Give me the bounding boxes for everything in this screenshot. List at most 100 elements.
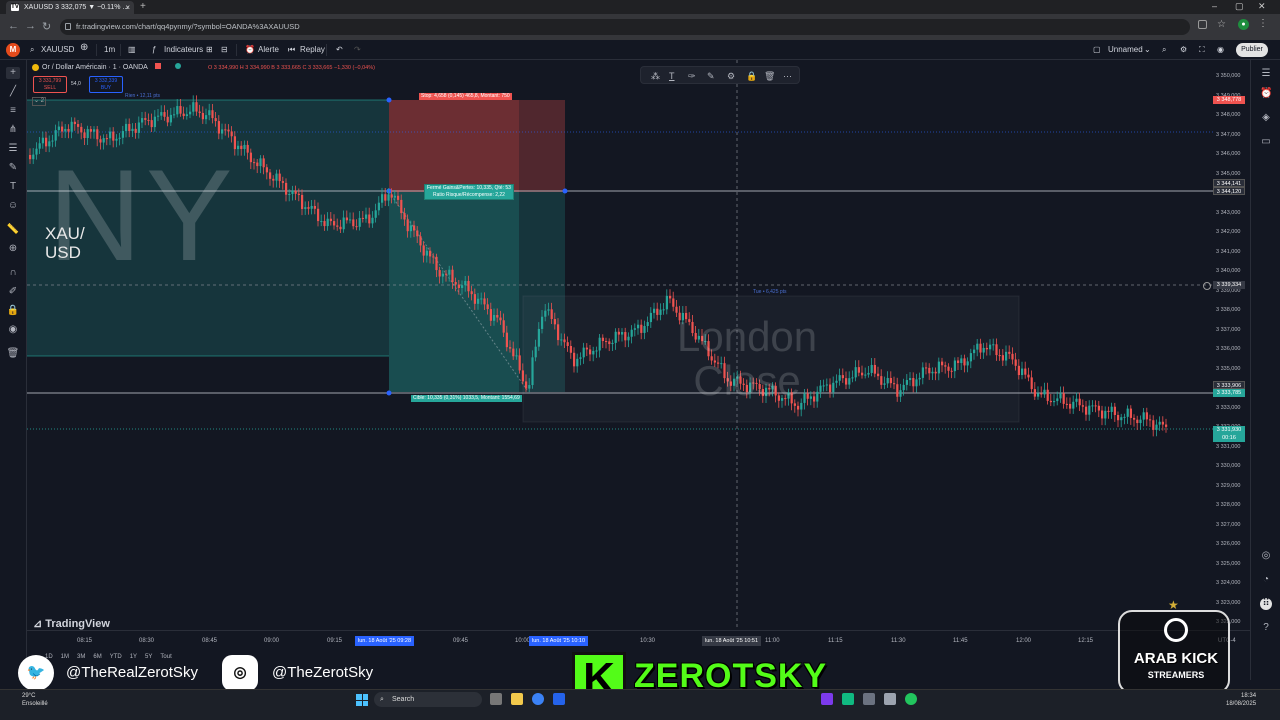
settings-app-icon[interactable]: [863, 693, 875, 705]
address-bar[interactable]: fr.tradingview.com/chart/qq4pynmy/?symbo…: [60, 19, 1190, 35]
alert-button[interactable]: Alerte: [258, 44, 279, 56]
browser-tab[interactable]: TV XAUUSD 3 332,075 ▼ −0.11% ... ×: [6, 1, 134, 14]
browser-menu-icon[interactable]: ⋮: [1258, 18, 1268, 29]
lock-icon[interactable]: 🔒: [6, 305, 20, 317]
fullscreen-icon[interactable]: ⛶: [1199, 44, 1205, 56]
candles-style-icon[interactable]: ▥: [128, 44, 136, 56]
stay-drawing-icon[interactable]: ✐: [6, 286, 20, 298]
emoji-icon[interactable]: ☺: [6, 200, 20, 212]
collapse-legend-icon[interactable]: ⌄ 2: [32, 97, 46, 106]
brush-icon[interactable]: ✎: [6, 162, 20, 174]
candle-body: [518, 355, 521, 371]
replay-button[interactable]: Replay: [300, 44, 325, 56]
apps-grid-icon[interactable]: ⠿: [1260, 598, 1272, 610]
app-icon[interactable]: [842, 693, 854, 705]
trend-line-icon[interactable]: ╱: [6, 86, 20, 98]
close-window-icon[interactable]: ✕: [1258, 0, 1266, 12]
zoom-icon[interactable]: ⊕: [6, 243, 20, 255]
text-format-icon[interactable]: T: [669, 70, 675, 82]
settings-gear-icon[interactable]: ⚙: [1180, 44, 1187, 56]
notifications-icon[interactable]: ◔: [1260, 574, 1272, 586]
visibility-eye-icon[interactable]: ◉: [6, 324, 20, 336]
template-icon[interactable]: ⁂: [651, 70, 660, 82]
indicators-button[interactable]: Indicateurs: [164, 44, 203, 56]
taskbar-search[interactable]: ⌕ Search: [374, 692, 482, 707]
interval-button[interactable]: 1m: [104, 44, 115, 56]
buy-button[interactable]: 3 332,339 BUY: [89, 76, 123, 93]
price-axis[interactable]: 3 350,0003 349,0003 348,0003 347,0003 34…: [1213, 60, 1250, 630]
close-tab-icon[interactable]: ×: [125, 1, 130, 14]
symbol-search-icon[interactable]: ⌕: [30, 44, 34, 56]
fill-color-icon[interactable]: ✑: [688, 70, 696, 82]
time-axis[interactable]: 08:15 08:30 08:45 09:00 09:15 09:45 10:00 10:30…: [27, 630, 1250, 650]
add-alert-icon[interactable]: [1203, 282, 1211, 290]
horizontal-lines-icon[interactable]: ≡: [6, 105, 20, 117]
new-tab-button[interactable]: +: [140, 0, 146, 14]
layout-chevron-down-icon[interactable]: ⌄: [1144, 44, 1151, 56]
layout-box-icon[interactable]: ▢: [1093, 44, 1101, 56]
site-info-icon[interactable]: [65, 23, 71, 30]
pitchfork-icon[interactable]: ⋔: [6, 124, 20, 136]
task-view-icon[interactable]: [490, 693, 502, 705]
more-icon[interactable]: ⋯: [783, 70, 792, 82]
maximize-icon[interactable]: ▢: [1235, 0, 1244, 12]
layout-name-button[interactable]: Unnamed: [1108, 44, 1143, 56]
candle-body: [867, 372, 870, 375]
extension-icon[interactable]: [1198, 20, 1207, 29]
user-avatar[interactable]: M: [6, 43, 20, 57]
target-icon[interactable]: ◎: [1260, 550, 1272, 562]
forward-icon[interactable]: →: [25, 20, 36, 32]
candle-body: [390, 194, 393, 198]
magnet-icon[interactable]: ∩: [6, 267, 20, 279]
alerts-clock-icon[interactable]: ⏰: [1260, 88, 1272, 100]
weather-widget[interactable]: 29°C Ensoleillé: [22, 692, 48, 708]
file-explorer-icon[interactable]: [511, 693, 523, 705]
candle-body: [1040, 393, 1043, 395]
chat-icon[interactable]: ▭: [1260, 136, 1272, 148]
publish-button[interactable]: Publier: [1236, 43, 1268, 57]
watchlist-icon[interactable]: ☰: [1260, 68, 1272, 80]
bookmark-star-icon[interactable]: ☆: [1217, 19, 1226, 30]
chrome-icon[interactable]: [905, 693, 917, 705]
templates-icon[interactable]: ⊞: [206, 44, 213, 56]
taskbar-clock[interactable]: 18:34 18/08/2025: [1226, 692, 1256, 708]
trash-icon[interactable]: 🗑: [6, 348, 20, 360]
settings-gear-icon[interactable]: ⚙: [727, 70, 735, 82]
price-chart[interactable]: NY London Close Stop: 4,658 (0,145) 465,…: [27, 60, 1213, 630]
reload-icon[interactable]: ↻: [42, 20, 51, 33]
crosshair-icon[interactable]: +: [6, 67, 20, 79]
arab-kick-streamers-badge: ARAB KICK STREAMERS: [1118, 610, 1230, 694]
profile-avatar[interactable]: ●: [1238, 19, 1249, 30]
discord-icon[interactable]: [821, 693, 833, 705]
candle-body: [211, 110, 214, 119]
fib-icon[interactable]: ☰: [6, 143, 20, 155]
candle-body: [77, 124, 80, 127]
snapshot-camera-icon[interactable]: ◉: [1217, 44, 1224, 56]
minimize-icon[interactable]: –: [1212, 0, 1217, 12]
candle-body: [237, 145, 240, 150]
compare-add-icon[interactable]: ⊕: [80, 42, 88, 54]
help-icon[interactable]: ?: [1260, 622, 1272, 634]
edge-browser-icon[interactable]: [532, 693, 544, 705]
store-icon[interactable]: [553, 693, 565, 705]
time-tick-label: 11:45: [953, 638, 968, 644]
obs-icon[interactable]: [884, 693, 896, 705]
line-color-icon[interactable]: ✎: [707, 70, 715, 82]
delete-trash-icon[interactable]: 🗑: [764, 70, 775, 82]
candle-body: [675, 306, 678, 313]
lock-icon[interactable]: 🔒: [746, 70, 757, 82]
layouts-icon[interactable]: ⊟: [221, 44, 228, 56]
undo-icon[interactable]: ↶: [336, 44, 343, 56]
windows-start-icon[interactable]: [356, 694, 368, 706]
quick-search-icon[interactable]: ⌕: [1162, 44, 1166, 56]
redo-icon[interactable]: ↷: [354, 44, 361, 56]
symbol-title[interactable]: Or / Dollar Américain · 1 · OANDA: [42, 64, 147, 71]
back-icon[interactable]: ←: [8, 20, 19, 32]
candle-body: [1088, 405, 1091, 415]
sell-button[interactable]: 3 331,799 SELL: [33, 76, 67, 93]
ruler-icon[interactable]: 📏: [6, 224, 20, 236]
symbol-button[interactable]: XAUUSD: [41, 44, 74, 56]
text-tool-icon[interactable]: T: [6, 181, 20, 193]
candle-body: [41, 137, 44, 144]
layers-icon[interactable]: ◈: [1260, 112, 1272, 124]
